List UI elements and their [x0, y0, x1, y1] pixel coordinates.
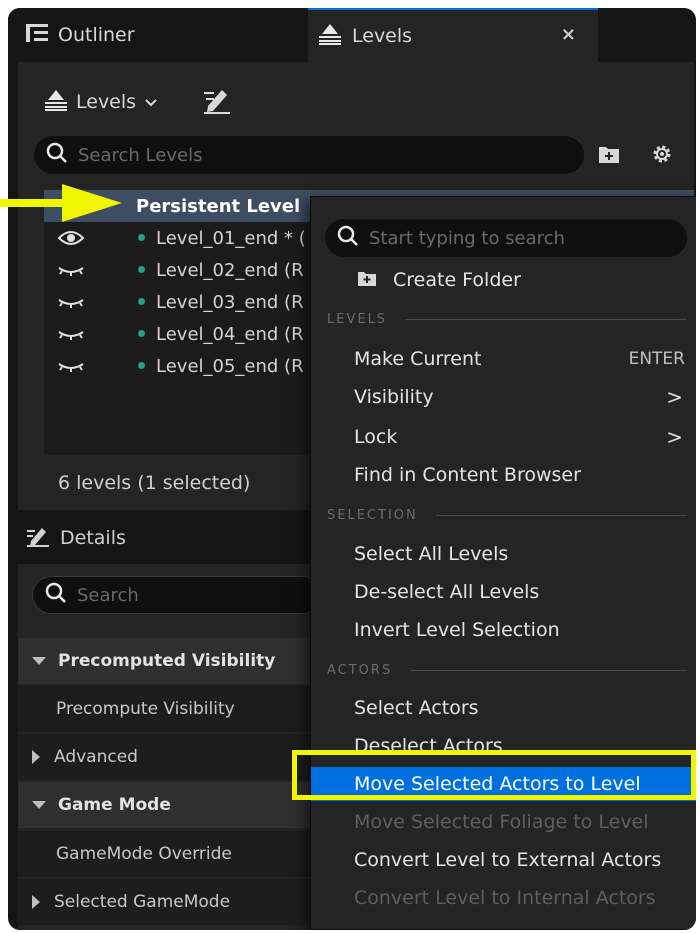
tab-levels[interactable]: Levels × — [308, 8, 598, 62]
details-search-input[interactable] — [77, 584, 277, 606]
annotation-arrow-icon — [0, 184, 122, 222]
chevron-right-icon: > — [666, 425, 683, 449]
gear-icon[interactable] — [650, 142, 674, 170]
level-color-dot — [138, 234, 145, 241]
menu-item-lock[interactable]: Lock > — [311, 420, 696, 454]
menu-item-label: De-select All Levels — [354, 581, 540, 603]
search-icon — [45, 582, 67, 608]
level-color-dot — [138, 330, 145, 337]
category-label: Game Mode — [58, 795, 171, 815]
levels-status: 6 levels (1 selected) — [58, 472, 251, 494]
menu-item-label: Convert Level to External Actors — [354, 849, 662, 871]
level-color-dot — [138, 266, 145, 273]
level-name: Level_04_end (R — [156, 323, 304, 345]
menu-item-invert-level-selection[interactable]: Invert Level Selection — [311, 613, 696, 647]
menu-item-label: Select All Levels — [354, 543, 509, 565]
shortcut-label: ENTER — [628, 349, 685, 369]
level-name: Level_03_end (R — [156, 291, 304, 313]
eye-closed-icon[interactable] — [58, 325, 84, 347]
menu-item-label: Move Selected Foliage to Level — [354, 811, 649, 833]
levels-toolbar: Levels — [44, 82, 232, 122]
menu-item-move-selected-foliage-to-level: Move Selected Foliage to Level — [311, 805, 696, 839]
search-icon — [337, 225, 359, 251]
menu-section-levels: LEVELS — [327, 309, 687, 329]
menu-item-convert-to-external-actors[interactable]: Convert Level to External Actors — [311, 843, 696, 877]
section-divider — [410, 669, 687, 671]
section-label: ACTORS — [327, 662, 393, 678]
edit-pencil-icon[interactable] — [202, 86, 232, 118]
details-header[interactable]: Details — [26, 520, 126, 556]
caret-down-icon — [32, 801, 46, 809]
property-label: Precompute Visibility — [56, 699, 235, 719]
section-label: SELECTION — [327, 507, 418, 523]
chevron-right-icon: > — [666, 385, 683, 409]
level-name: Level_02_end (R — [156, 259, 304, 281]
subcategory-label: Selected GameMode — [54, 892, 231, 912]
menu-item-convert-to-internal-actors: Convert Level to Internal Actors — [311, 881, 696, 915]
section-label: LEVELS — [327, 311, 388, 327]
menu-item-label: Create Folder — [393, 269, 521, 291]
level-name: Level_01_end * ( — [156, 227, 306, 249]
menu-section-selection: SELECTION — [327, 505, 687, 525]
search-levels-box[interactable] — [34, 136, 584, 174]
menu-item-deselect-all-levels[interactable]: De-select All Levels — [311, 575, 696, 609]
menu-item-find-in-content-browser[interactable]: Find in Content Browser — [311, 458, 696, 492]
level-color-dot — [138, 298, 145, 305]
menu-item-make-current[interactable]: Make Current ENTER — [311, 342, 696, 376]
subcategory-label: Advanced — [54, 747, 138, 767]
levels-dropdown-label: Levels — [76, 91, 137, 113]
property-label: GameMode Override — [56, 844, 232, 864]
menu-item-label: Lock — [354, 426, 398, 448]
add-folder-icon[interactable] — [598, 144, 620, 168]
eye-open-icon[interactable] — [57, 229, 85, 251]
menu-item-label: Convert Level to Internal Actors — [354, 887, 656, 909]
menu-item-label: Make Current — [354, 348, 482, 370]
outliner-list-icon — [26, 23, 48, 47]
menu-item-label: Visibility — [354, 386, 434, 408]
search-levels-input[interactable] — [78, 144, 518, 166]
chevron-down-icon — [144, 91, 158, 113]
menu-item-select-all-levels[interactable]: Select All Levels — [311, 537, 696, 571]
category-label: Precomputed Visibility — [58, 651, 276, 671]
menu-item-create-folder[interactable]: Create Folder — [311, 263, 696, 297]
caret-right-icon — [32, 895, 40, 909]
menu-item-label: Select Actors — [354, 697, 479, 719]
levels-stack-icon — [44, 89, 68, 116]
caret-down-icon — [32, 657, 46, 665]
annotation-highlight-box — [292, 750, 696, 800]
level-name: Persistent Level — [136, 195, 301, 217]
menu-search-box[interactable] — [325, 219, 687, 257]
tab-outliner-label: Outliner — [58, 24, 135, 46]
level-color-dot — [138, 362, 145, 369]
menu-item-label: Find in Content Browser — [354, 464, 581, 486]
eye-closed-icon[interactable] — [58, 261, 84, 283]
level-name: Level_05_end (R — [156, 355, 304, 377]
section-divider — [405, 318, 687, 320]
caret-right-icon — [32, 750, 40, 764]
eye-closed-icon[interactable] — [58, 293, 84, 315]
tab-levels-label: Levels — [352, 25, 413, 47]
details-pencil-icon — [26, 525, 50, 552]
menu-item-label: Invert Level Selection — [354, 619, 560, 641]
details-title: Details — [60, 527, 126, 549]
menu-item-select-actors[interactable]: Select Actors — [311, 691, 696, 725]
levels-dropdown[interactable]: Levels — [44, 89, 158, 116]
context-menu: Create Folder LEVELS Make Current ENTER … — [310, 196, 696, 930]
tab-outliner[interactable]: Outliner — [8, 8, 308, 62]
search-icon — [46, 142, 68, 168]
section-divider — [435, 514, 687, 516]
menu-section-actors: ACTORS — [327, 660, 687, 680]
menu-item-visibility[interactable]: Visibility > — [311, 380, 696, 414]
close-icon[interactable]: × — [561, 24, 576, 45]
eye-closed-icon[interactable] — [58, 357, 84, 379]
levels-stack-icon — [318, 23, 342, 49]
menu-search-input[interactable] — [369, 227, 669, 249]
add-folder-icon — [357, 269, 377, 292]
details-search-box[interactable] — [32, 576, 322, 614]
